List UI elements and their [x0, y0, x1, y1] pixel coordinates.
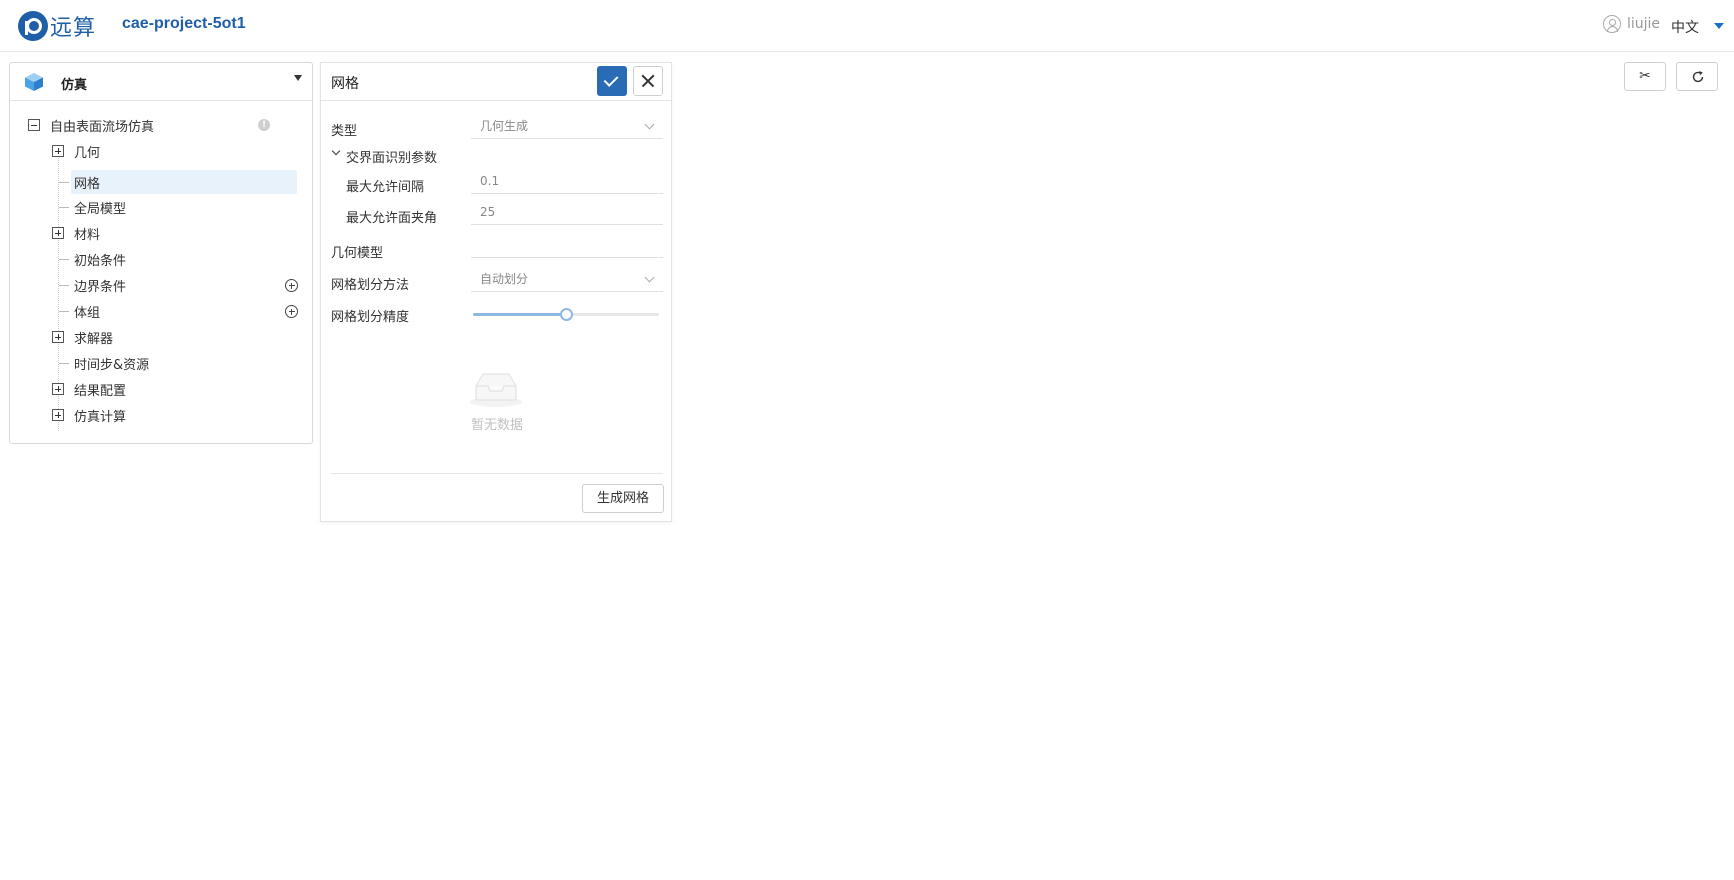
max-angle-input[interactable]: 25: [471, 199, 663, 225]
mesh-method-value: 自动划分: [480, 272, 529, 286]
dropdown-caret-icon[interactable]: [294, 75, 302, 81]
collapse-icon[interactable]: [28, 119, 40, 131]
tree-item-body-group[interactable]: 体组: [64, 299, 100, 323]
tree-root-label: 自由表面流场仿真: [50, 119, 155, 135]
max-gap-label: 最大允许间隔: [346, 180, 425, 195]
user-menu[interactable]: liujie: [1603, 15, 1660, 33]
close-button[interactable]: [633, 66, 663, 96]
simulation-panel-header[interactable]: 仿真: [10, 63, 312, 101]
tree-item-solver[interactable]: 求解器: [52, 325, 113, 349]
tree-item-label: 几何: [74, 145, 101, 161]
max-gap-input[interactable]: 0.1: [471, 168, 663, 194]
tree-item-label: 边界条件: [74, 279, 127, 295]
section-expand-icon[interactable]: [331, 146, 341, 156]
type-label: 类型: [331, 124, 358, 139]
tree-item-material[interactable]: 材料: [52, 221, 100, 245]
panel-divider: [331, 473, 663, 474]
logo-text: 远算: [50, 16, 97, 41]
tree-item-initial-conditions[interactable]: 初始条件: [64, 247, 126, 271]
simulation-panel-title: 仿真: [61, 78, 88, 93]
geometry-model-field[interactable]: [471, 232, 663, 258]
info-icon[interactable]: !: [258, 119, 270, 131]
mesh-method-label: 网格划分方法: [331, 278, 410, 293]
expand-icon[interactable]: [52, 331, 64, 343]
geometry-model-label: 几何模型: [331, 246, 384, 261]
tree-item-label: 求解器: [74, 331, 114, 347]
max-angle-label: 最大允许面夹角: [346, 211, 438, 226]
tree-item-global-model[interactable]: 全局模型: [64, 195, 126, 219]
mesh-precision-slider[interactable]: [473, 308, 659, 321]
tree-item-label: 时间步&资源: [74, 357, 150, 373]
tree-item-label: 体组: [74, 305, 101, 321]
cube-icon: [25, 73, 43, 91]
chevron-down-icon: [644, 119, 655, 130]
empty-state-text: 暂无数据: [471, 418, 524, 433]
tree-item-mesh[interactable]: 网格: [64, 170, 100, 194]
expand-icon[interactable]: [52, 409, 64, 421]
tree-root[interactable]: 自由表面流场仿真: [28, 113, 154, 137]
cut-button[interactable]: ✂: [1624, 62, 1666, 91]
selected-row-highlight: [71, 170, 297, 194]
tree-item-label: 结果配置: [74, 383, 127, 399]
expand-icon[interactable]: [52, 383, 64, 395]
tree-item-label: 材料: [74, 227, 101, 243]
slider-handle[interactable]: [560, 308, 573, 321]
tree-item-simulation-run[interactable]: 仿真计算: [52, 403, 126, 427]
tree-item-label: 网格: [74, 176, 101, 192]
simulation-panel: 仿真 自由表面流场仿真 ! 几何 网格 全局模型 材料 初始条件 边界条件 体组…: [9, 62, 313, 444]
confirm-button[interactable]: [597, 66, 627, 96]
app-logo[interactable]: 远算: [18, 10, 96, 42]
type-select-value: 几何生成: [480, 119, 529, 133]
logo-mark-icon: [18, 11, 48, 41]
user-icon: [1603, 15, 1621, 33]
mesh-panel: 网格 类型 几何生成 交界面识别参数 最大允许间隔 0.1 最大允许面夹角 25…: [320, 62, 672, 522]
mesh-precision-label: 网格划分精度: [331, 310, 410, 325]
project-name: cae-project-5ot1: [122, 15, 246, 32]
add-boundary-condition-icon[interactable]: [285, 279, 298, 292]
scissors-icon: ✂: [1639, 68, 1651, 84]
empty-inbox-icon: [470, 373, 522, 407]
refresh-button[interactable]: [1676, 62, 1718, 91]
tree-item-label: 全局模型: [74, 201, 127, 217]
top-bar: 远算 cae-project-5ot1 liujie 中文: [0, 0, 1734, 52]
slider-fill: [473, 313, 566, 316]
tree-item-label: 初始条件: [74, 253, 127, 269]
add-body-group-icon[interactable]: [285, 305, 298, 318]
refresh-icon: [1692, 71, 1704, 83]
language-selector[interactable]: 中文: [1671, 17, 1699, 37]
mesh-panel-header: 网格: [321, 63, 671, 101]
tree-item-geometry[interactable]: 几何: [52, 139, 100, 163]
tree-item-label: 仿真计算: [74, 409, 127, 425]
username: liujie: [1627, 16, 1661, 32]
type-select[interactable]: 几何生成: [471, 113, 663, 139]
chevron-down-icon: [644, 272, 655, 283]
interface-params-section[interactable]: 交界面识别参数: [346, 147, 437, 166]
mesh-method-select[interactable]: 自动划分: [471, 266, 663, 292]
caret-down-icon[interactable]: [1714, 23, 1724, 29]
tree-item-result-config[interactable]: 结果配置: [52, 377, 126, 401]
tree-item-timestep-resources[interactable]: 时间步&资源: [64, 351, 149, 375]
generate-mesh-button[interactable]: 生成网格: [582, 484, 664, 513]
expand-icon[interactable]: [52, 227, 64, 239]
mesh-panel-title: 网格: [331, 76, 359, 92]
expand-icon[interactable]: [52, 145, 64, 157]
tree-item-boundary-conditions[interactable]: 边界条件: [64, 273, 126, 297]
